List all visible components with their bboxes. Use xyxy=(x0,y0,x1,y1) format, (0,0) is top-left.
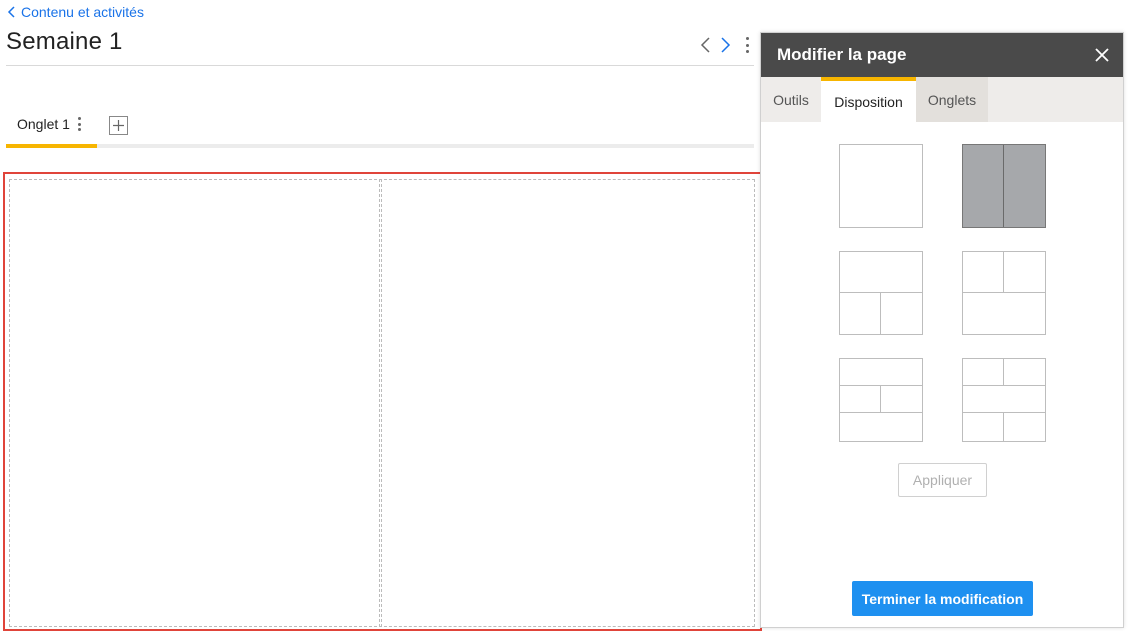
title-divider xyxy=(6,65,754,66)
active-tab-indicator xyxy=(6,144,97,148)
previous-page-button[interactable] xyxy=(698,35,712,55)
layout-one-two-one[interactable] xyxy=(839,358,923,442)
layout-column-left[interactable] xyxy=(9,179,382,627)
tab-onglet-1[interactable]: Onglet 1 xyxy=(6,108,97,148)
tab-disposition[interactable]: Disposition xyxy=(821,77,916,122)
tab-label: Onglet 1 xyxy=(17,116,70,132)
apply-button[interactable]: Appliquer xyxy=(898,463,987,497)
tab-outils[interactable]: Outils xyxy=(761,77,821,122)
panel-header: Modifier la page xyxy=(761,33,1123,77)
layout-two-columns[interactable] xyxy=(962,144,1046,228)
layout-column-right[interactable] xyxy=(379,179,755,627)
layout-one-top-two-bottom[interactable] xyxy=(839,251,923,335)
layout-canvas[interactable] xyxy=(3,172,762,631)
back-link[interactable]: Contenu et activités xyxy=(7,3,144,21)
finish-editing-button[interactable]: Terminer la modification xyxy=(852,581,1033,616)
next-page-button[interactable] xyxy=(719,35,733,55)
tab-onglets[interactable]: Onglets xyxy=(916,77,988,122)
plus-icon xyxy=(113,120,124,131)
page-title: Semaine 1 xyxy=(6,28,123,55)
layout-one-column[interactable] xyxy=(839,144,923,228)
chevron-right-icon xyxy=(721,37,731,53)
layout-two-one-two[interactable] xyxy=(962,358,1046,442)
tab-bar xyxy=(6,144,754,148)
chevron-left-icon xyxy=(7,6,15,18)
tab-options-icon[interactable] xyxy=(76,117,82,131)
layout-two-top-one-bottom[interactable] xyxy=(962,251,1046,335)
add-tab-button[interactable] xyxy=(109,116,128,135)
chevron-left-icon xyxy=(700,37,710,53)
edit-page-panel: Modifier la page Outils Disposition Ongl… xyxy=(760,32,1124,628)
panel-title: Modifier la page xyxy=(777,45,907,64)
close-icon[interactable] xyxy=(1093,46,1111,64)
page-options-icon[interactable] xyxy=(744,37,750,53)
back-link-label: Contenu et activités xyxy=(21,4,144,20)
panel-tabs: Outils Disposition Onglets xyxy=(761,77,1123,122)
